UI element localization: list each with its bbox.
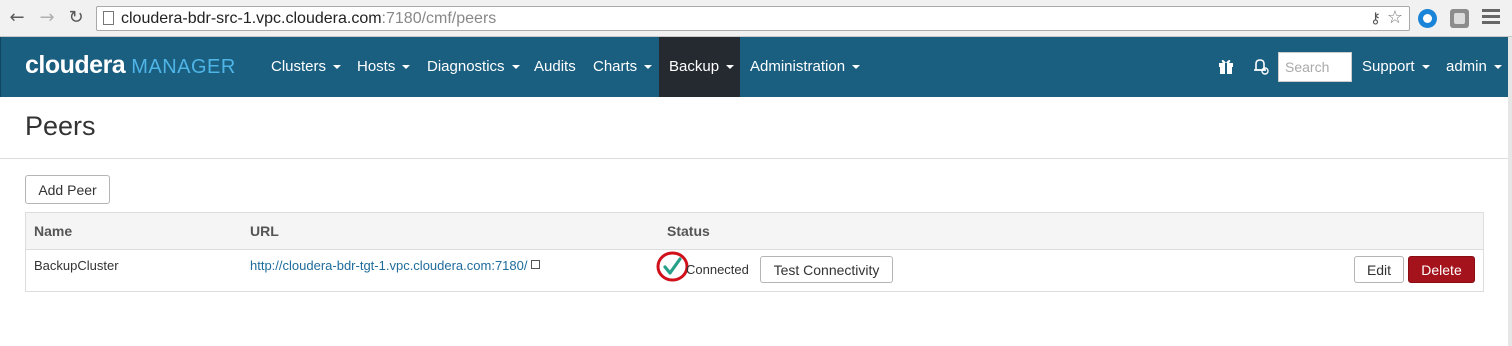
nav-backup[interactable]: Backup [659,37,740,97]
peer-name: BackupCluster [34,258,119,273]
caret-down-icon [1493,65,1502,70]
cloudera-manager-logo[interactable]: cloudera MANAGER [25,51,236,80]
browser-menu-icon[interactable] [1482,9,1500,27]
caret-down-icon [852,65,861,70]
key-icon[interactable]: ⚷ [1370,9,1381,27]
table-header: Name URL Status [26,213,1483,250]
back-icon[interactable]: ← [6,7,28,29]
nav-administration[interactable]: Administration [750,37,861,97]
nav-support[interactable]: Support [1362,37,1430,97]
browser-toolbar: ← → ↻ cloudera-bdr-src-1.vpc.cloudera.co… [0,0,1512,37]
edit-button[interactable]: Edit [1354,256,1404,283]
connected-check-icon [656,251,689,282]
delete-button[interactable]: Delete [1408,256,1475,283]
gift-icon[interactable] [1216,57,1236,77]
page-title: Peers [25,111,96,141]
peers-table: Name URL Status [25,212,1484,292]
caret-down-icon [1421,65,1430,70]
extension-circle-icon[interactable] [1418,9,1437,28]
nav-clusters[interactable]: Clusters [271,37,342,97]
caret-down-icon [333,65,342,70]
bookmark-star-icon[interactable]: ☆ [1387,7,1403,28]
app-navbar: cloudera MANAGER Clusters Hosts Diagnosti… [0,37,1508,97]
peer-url-link[interactable]: http://cloudera-bdr-tgt-1.vpc.cloudera.c… [250,258,541,273]
url-text[interactable]: cloudera-bdr-src-1.vpc.cloudera.com:7180… [121,10,496,28]
reload-icon[interactable]: ↻ [65,7,87,29]
caret-down-icon [402,65,411,70]
caret-down-icon [644,65,653,70]
task-bell-icon[interactable] [1251,57,1271,77]
nav-charts[interactable]: Charts [593,37,653,97]
external-link-icon [531,260,541,269]
nav-audits[interactable]: Audits [534,37,576,97]
nav-hosts[interactable]: Hosts [357,37,411,97]
status-text: Connected [686,262,749,277]
search-input[interactable] [1278,52,1352,82]
extension-square-icon[interactable] [1450,9,1469,28]
caret-down-icon [511,65,520,70]
caret-down-icon [726,65,735,70]
window-edge [1508,37,1512,346]
address-bar[interactable]: cloudera-bdr-src-1.vpc.cloudera.com:7180… [96,6,1410,31]
column-header-name[interactable]: Name [34,223,72,239]
nav-user-admin[interactable]: admin [1446,37,1502,97]
page-icon [103,11,114,25]
column-header-status[interactable]: Status [667,223,710,239]
page-header: Peers [0,97,1508,159]
add-peer-button[interactable]: Add Peer [25,175,110,204]
nav-diagnostics[interactable]: Diagnostics [427,37,520,97]
forward-icon[interactable]: → [36,7,58,29]
column-header-url[interactable]: URL [250,223,279,239]
test-connectivity-button[interactable]: Test Connectivity [760,256,893,283]
